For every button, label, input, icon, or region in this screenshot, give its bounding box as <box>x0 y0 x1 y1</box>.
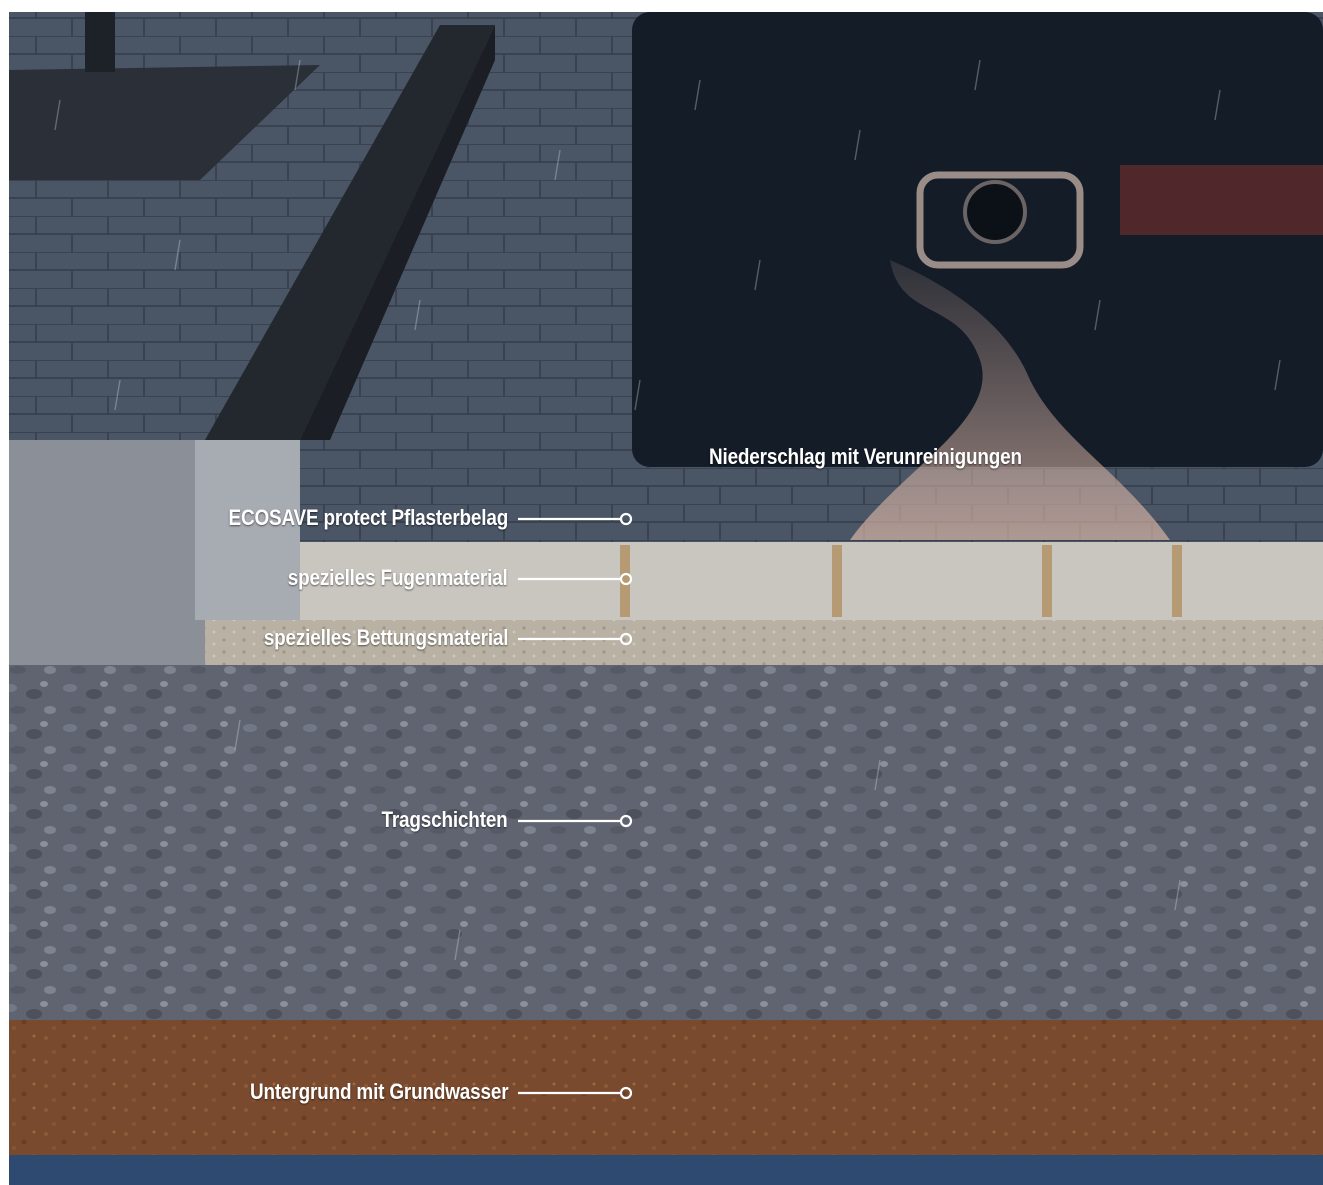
label-bedding-material: spezielles Bettungsmaterial <box>263 625 508 650</box>
label-paving: ECOSAVE protect Pflasterbelag <box>228 505 508 530</box>
label-precipitation: Niederschlag mit Verunreinigungen <box>709 444 1022 469</box>
vehicle-tail-light <box>1120 165 1323 235</box>
label-joint-material: spezielles Fugenmaterial <box>288 565 508 590</box>
subsoil-layer <box>9 1020 1323 1155</box>
gravel-base-layers <box>9 665 1323 1020</box>
pavement-cross-section-illustration <box>9 12 1323 1185</box>
concrete-block-section <box>9 440 205 665</box>
groundwater-layer <box>9 1155 1323 1185</box>
label-subsoil: Untergrund mit Grundwasser <box>249 1079 509 1104</box>
label-base-layers: Tragschichten <box>381 807 508 832</box>
tree-trunk <box>85 12 115 72</box>
